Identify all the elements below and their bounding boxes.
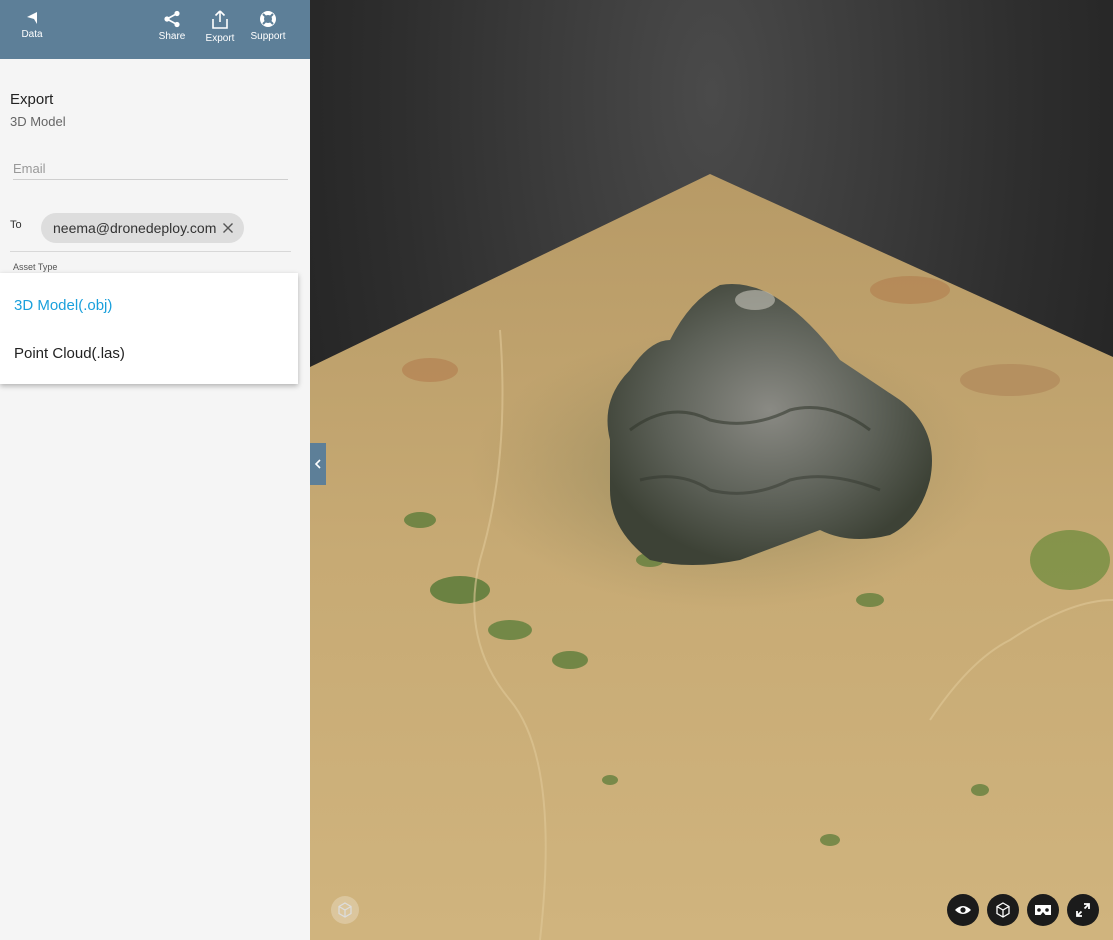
- close-icon: [223, 223, 234, 233]
- to-label: To: [10, 219, 22, 231]
- top-toolbar: Data Share Export Support: [0, 0, 310, 59]
- export-icon: [212, 10, 228, 29]
- collapse-panel-button[interactable]: [310, 443, 326, 485]
- fullscreen-button[interactable]: [1067, 894, 1099, 926]
- 3d-model-viewer[interactable]: [310, 0, 1113, 940]
- asset-option-point-cloud[interactable]: Point Cloud(.las): [14, 345, 125, 362]
- vr-mode-button[interactable]: [1027, 894, 1059, 926]
- vr-headset-icon: [1035, 905, 1051, 915]
- support-label: Support: [250, 31, 286, 42]
- back-label: Data: [21, 29, 43, 40]
- recipient-chip: neema@dronedeploy.com: [41, 213, 245, 243]
- terrain-model: [310, 174, 1113, 940]
- asset-type-dropdown-menu: 3D Model(.obj) Point Cloud(.las): [0, 273, 298, 384]
- share-label: Share: [158, 31, 186, 42]
- panel-title: Export: [10, 91, 54, 108]
- panel-subtitle: 3D Model: [10, 114, 66, 129]
- home-cube-icon: [338, 902, 352, 918]
- remove-recipient-button[interactable]: [222, 222, 234, 234]
- lifebuoy-icon: [260, 11, 276, 27]
- recipient-email: neema@dronedeploy.com: [53, 220, 217, 236]
- email-input[interactable]: [13, 158, 288, 180]
- visibility-button[interactable]: [947, 894, 979, 926]
- chevron-left-icon: [314, 459, 321, 469]
- support-button[interactable]: Support: [244, 0, 292, 59]
- eye-icon: [955, 906, 971, 914]
- export-label: Export: [205, 33, 235, 44]
- export-button[interactable]: Export: [200, 0, 240, 59]
- cube-icon: [996, 902, 1010, 918]
- model-view-button[interactable]: [987, 894, 1019, 926]
- home-view-button[interactable]: [331, 896, 359, 924]
- share-button[interactable]: Share: [152, 0, 192, 59]
- share-icon: [164, 10, 180, 28]
- asset-type-label: Asset Type: [13, 262, 58, 272]
- back-to-data-button[interactable]: Data: [12, 0, 52, 59]
- back-arrow-icon: [27, 12, 37, 24]
- asset-option-3d-model[interactable]: 3D Model(.obj): [14, 297, 112, 314]
- recipient-field-underline: [10, 251, 291, 252]
- export-panel: Data Share Export Support Export 3D Mode…: [0, 0, 310, 940]
- fullscreen-icon: [1076, 903, 1090, 917]
